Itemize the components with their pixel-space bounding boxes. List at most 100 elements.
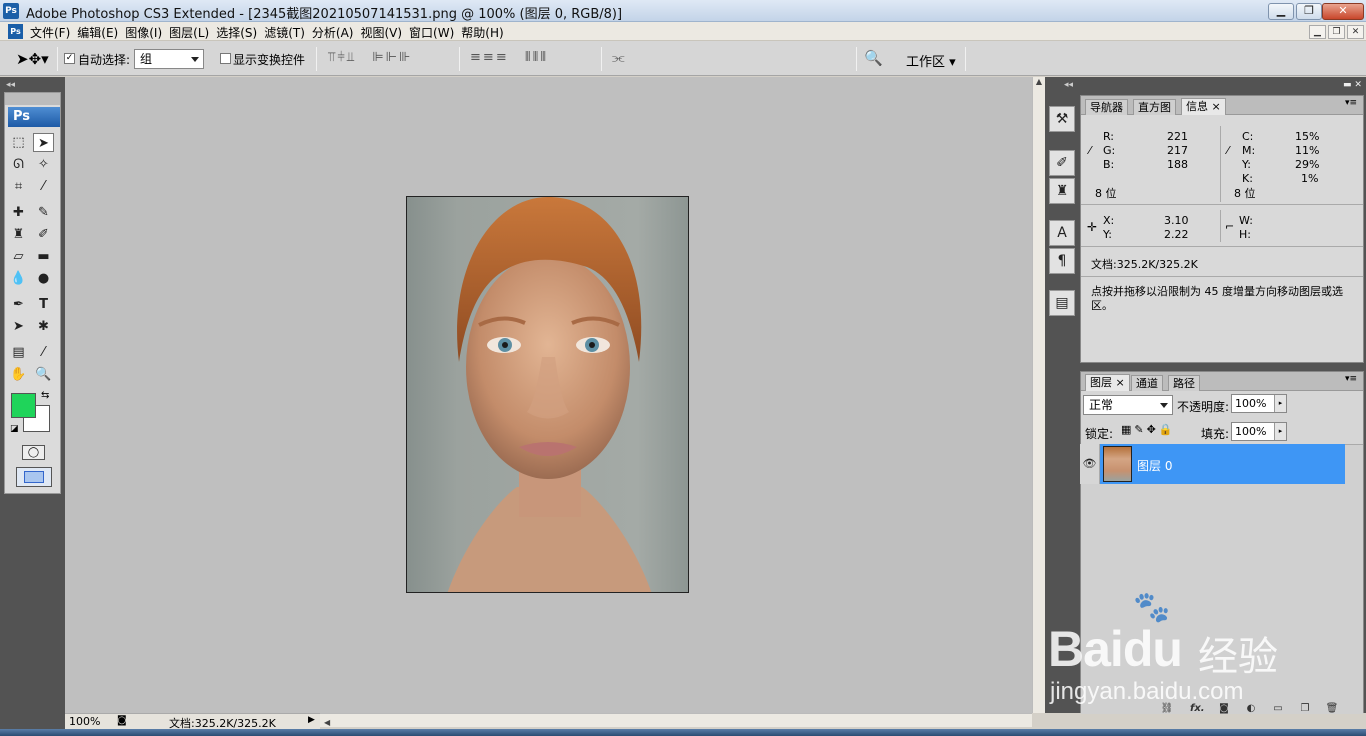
type-tool-icon[interactable]: T xyxy=(33,295,54,314)
layer-visibility-eye-icon[interactable]: 👁 xyxy=(1080,444,1100,484)
horizontal-scrollbar[interactable]: ◀ xyxy=(320,713,1032,727)
delete-layer-icon[interactable]: 🗑 xyxy=(1325,703,1339,715)
doc-minimize-button[interactable]: ▁ xyxy=(1309,25,1326,39)
status-menu-arrow-icon[interactable]: ▶ xyxy=(308,715,315,725)
layer-name[interactable]: 图层 0 xyxy=(1137,457,1172,474)
menu-window[interactable]: 窗口(W) xyxy=(409,24,461,41)
auto-select-dropdown[interactable]: 组 xyxy=(134,49,204,69)
magic-wand-tool-icon[interactable]: ✧ xyxy=(33,155,54,174)
paragraph-icon[interactable]: ¶ xyxy=(1049,248,1075,274)
history-brush-tool-icon[interactable]: ✐ xyxy=(33,225,54,244)
menu-select[interactable]: 选择(S) xyxy=(216,24,264,41)
marquee-tool-icon[interactable]: ⬚ xyxy=(8,133,29,152)
link-layers-icon[interactable]: ⛓ xyxy=(1160,703,1174,715)
lock-buttons-group[interactable]: ▦✎✥🔒 xyxy=(1121,423,1176,436)
tab-info[interactable]: 信息 × xyxy=(1181,98,1226,115)
path-selection-tool-icon[interactable]: ➤ xyxy=(8,317,29,336)
crop-tool-icon[interactable]: ⌗ xyxy=(8,177,29,196)
default-colors-icon[interactable]: ◪ xyxy=(10,424,19,434)
menu-view[interactable]: 视图(V) xyxy=(360,24,409,41)
panel-menu-icon[interactable]: ▾≡ xyxy=(1345,374,1357,384)
menu-help[interactable]: 帮助(H) xyxy=(461,24,510,41)
zoom-level[interactable]: 100% xyxy=(69,715,100,728)
doc-close-button[interactable]: ✕ xyxy=(1347,25,1364,39)
custom-shape-tool-icon[interactable]: ✱ xyxy=(33,317,54,336)
swap-colors-icon[interactable]: ⇆ xyxy=(41,390,49,401)
character-icon[interactable]: A xyxy=(1049,220,1075,246)
layer-row[interactable]: 👁 图层 0 xyxy=(1080,444,1345,484)
add-mask-icon[interactable]: ◙ xyxy=(1217,703,1231,715)
healing-brush-tool-icon[interactable]: ✚ xyxy=(8,203,29,222)
adjustment-layer-icon[interactable]: ◐ xyxy=(1244,703,1258,715)
menu-filter[interactable]: 滤镜(T) xyxy=(264,24,312,41)
layer-comps-icon[interactable]: ▤ xyxy=(1049,290,1075,316)
tool-presets-icon[interactable]: ⚒ xyxy=(1049,106,1075,132)
brushes-icon[interactable]: ✐ xyxy=(1049,150,1075,176)
chevron-down-icon xyxy=(1160,403,1168,408)
scroll-left-icon[interactable]: ◀ xyxy=(324,718,330,727)
zoom-tool-icon[interactable]: 🔍 xyxy=(33,365,54,384)
scroll-up-icon[interactable]: ▲ xyxy=(1033,77,1045,86)
show-transform-checkbox[interactable] xyxy=(220,53,231,64)
vertical-scrollbar[interactable]: ▲ xyxy=(1032,77,1045,713)
close-icon[interactable]: × xyxy=(1212,100,1221,113)
clone-source-icon[interactable]: ♜ xyxy=(1049,178,1075,204)
fill-input[interactable]: 100% ▸ xyxy=(1231,422,1287,441)
eraser-tool-icon[interactable]: ▱ xyxy=(8,247,29,266)
panel-menu-icon[interactable]: ▾≡ xyxy=(1345,98,1357,108)
brush-tool-icon[interactable]: ✎ xyxy=(33,203,54,222)
close-button[interactable]: ✕ xyxy=(1322,3,1364,20)
toolbox-grip[interactable] xyxy=(5,93,60,105)
maximize-button[interactable]: ❐ xyxy=(1296,3,1322,20)
layer-style-icon[interactable]: fx. xyxy=(1190,703,1205,715)
status-icon[interactable]: ◙ xyxy=(117,715,127,726)
dock-collapse-icon[interactable]: ◂◂ xyxy=(1064,80,1073,90)
tab-channels[interactable]: 通道 xyxy=(1131,375,1163,391)
blur-tool-icon[interactable]: 💧 xyxy=(8,269,29,288)
menu-image[interactable]: 图像(I) xyxy=(125,24,169,41)
pen-tool-icon[interactable]: ✒ xyxy=(8,295,29,314)
tab-navigator[interactable]: 导航器 xyxy=(1085,99,1128,115)
foreground-color-swatch[interactable] xyxy=(11,393,36,418)
collapse-arrows-icon[interactable]: ◂◂ xyxy=(6,80,15,90)
menu-file[interactable]: 文件(F) xyxy=(30,24,77,41)
auto-select-checkbox[interactable]: ✓ xyxy=(64,53,75,64)
move-tool-icon[interactable]: ➤ xyxy=(33,133,54,152)
auto-align-icon[interactable]: ⫘ xyxy=(612,50,625,66)
tab-layers[interactable]: 图层 × xyxy=(1085,374,1130,391)
new-group-icon[interactable]: ▭ xyxy=(1271,703,1285,715)
slice-tool-icon[interactable]: ⁄ xyxy=(33,177,54,196)
document-image[interactable] xyxy=(406,196,689,593)
new-layer-icon[interactable]: ❐ xyxy=(1298,703,1312,715)
clone-stamp-tool-icon[interactable]: ♜ xyxy=(8,225,29,244)
screen-mode-icon[interactable] xyxy=(16,467,52,487)
gradient-tool-icon[interactable]: ▬ xyxy=(33,247,54,266)
menu-layer[interactable]: 图层(L) xyxy=(169,24,216,41)
close-icon[interactable]: × xyxy=(1116,376,1125,389)
blend-mode-dropdown[interactable]: 正常 xyxy=(1083,395,1173,415)
menu-edit[interactable]: 编辑(E) xyxy=(77,24,125,41)
tab-histogram[interactable]: 直方图 xyxy=(1133,99,1176,115)
bridge-icon[interactable]: 🔍 xyxy=(864,49,883,67)
distribute-buttons-group[interactable]: ≡≡≡ ⦀⦀⦀ xyxy=(470,50,548,65)
move-tool-preset-icon[interactable]: ➤✥▾ xyxy=(16,50,49,68)
menu-analysis[interactable]: 分析(A) xyxy=(312,24,361,41)
workspace-label: 工作区 xyxy=(906,55,946,70)
opacity-input[interactable]: 100% ▸ xyxy=(1231,394,1287,413)
panel-minimize-icon[interactable]: ▬ ✕ xyxy=(1343,80,1362,90)
notes-tool-icon[interactable]: ▤ xyxy=(8,343,29,362)
info-k-label: K: xyxy=(1242,172,1253,185)
workspace-button[interactable]: 工作区 ▾ xyxy=(906,51,956,70)
fill-slider-arrow-icon[interactable]: ▸ xyxy=(1274,423,1286,440)
hand-tool-icon[interactable]: ✋ xyxy=(8,365,29,384)
align-buttons-group[interactable]: ⫪⫩⫫ ⊫⊩⊪ xyxy=(328,50,412,65)
opacity-slider-arrow-icon[interactable]: ▸ xyxy=(1274,395,1286,412)
tab-paths[interactable]: 路径 xyxy=(1168,375,1200,391)
document-icon[interactable]: Ps xyxy=(8,24,23,39)
lasso-tool-icon[interactable]: ᘏ xyxy=(8,155,29,174)
eyedropper-tool-icon[interactable]: ⁄ xyxy=(33,343,54,362)
quick-mask-icon[interactable]: ◯ xyxy=(22,445,45,460)
minimize-button[interactable]: ▁ xyxy=(1268,3,1294,20)
dodge-tool-icon[interactable]: ● xyxy=(33,269,54,288)
doc-restore-button[interactable]: ❐ xyxy=(1328,25,1345,39)
